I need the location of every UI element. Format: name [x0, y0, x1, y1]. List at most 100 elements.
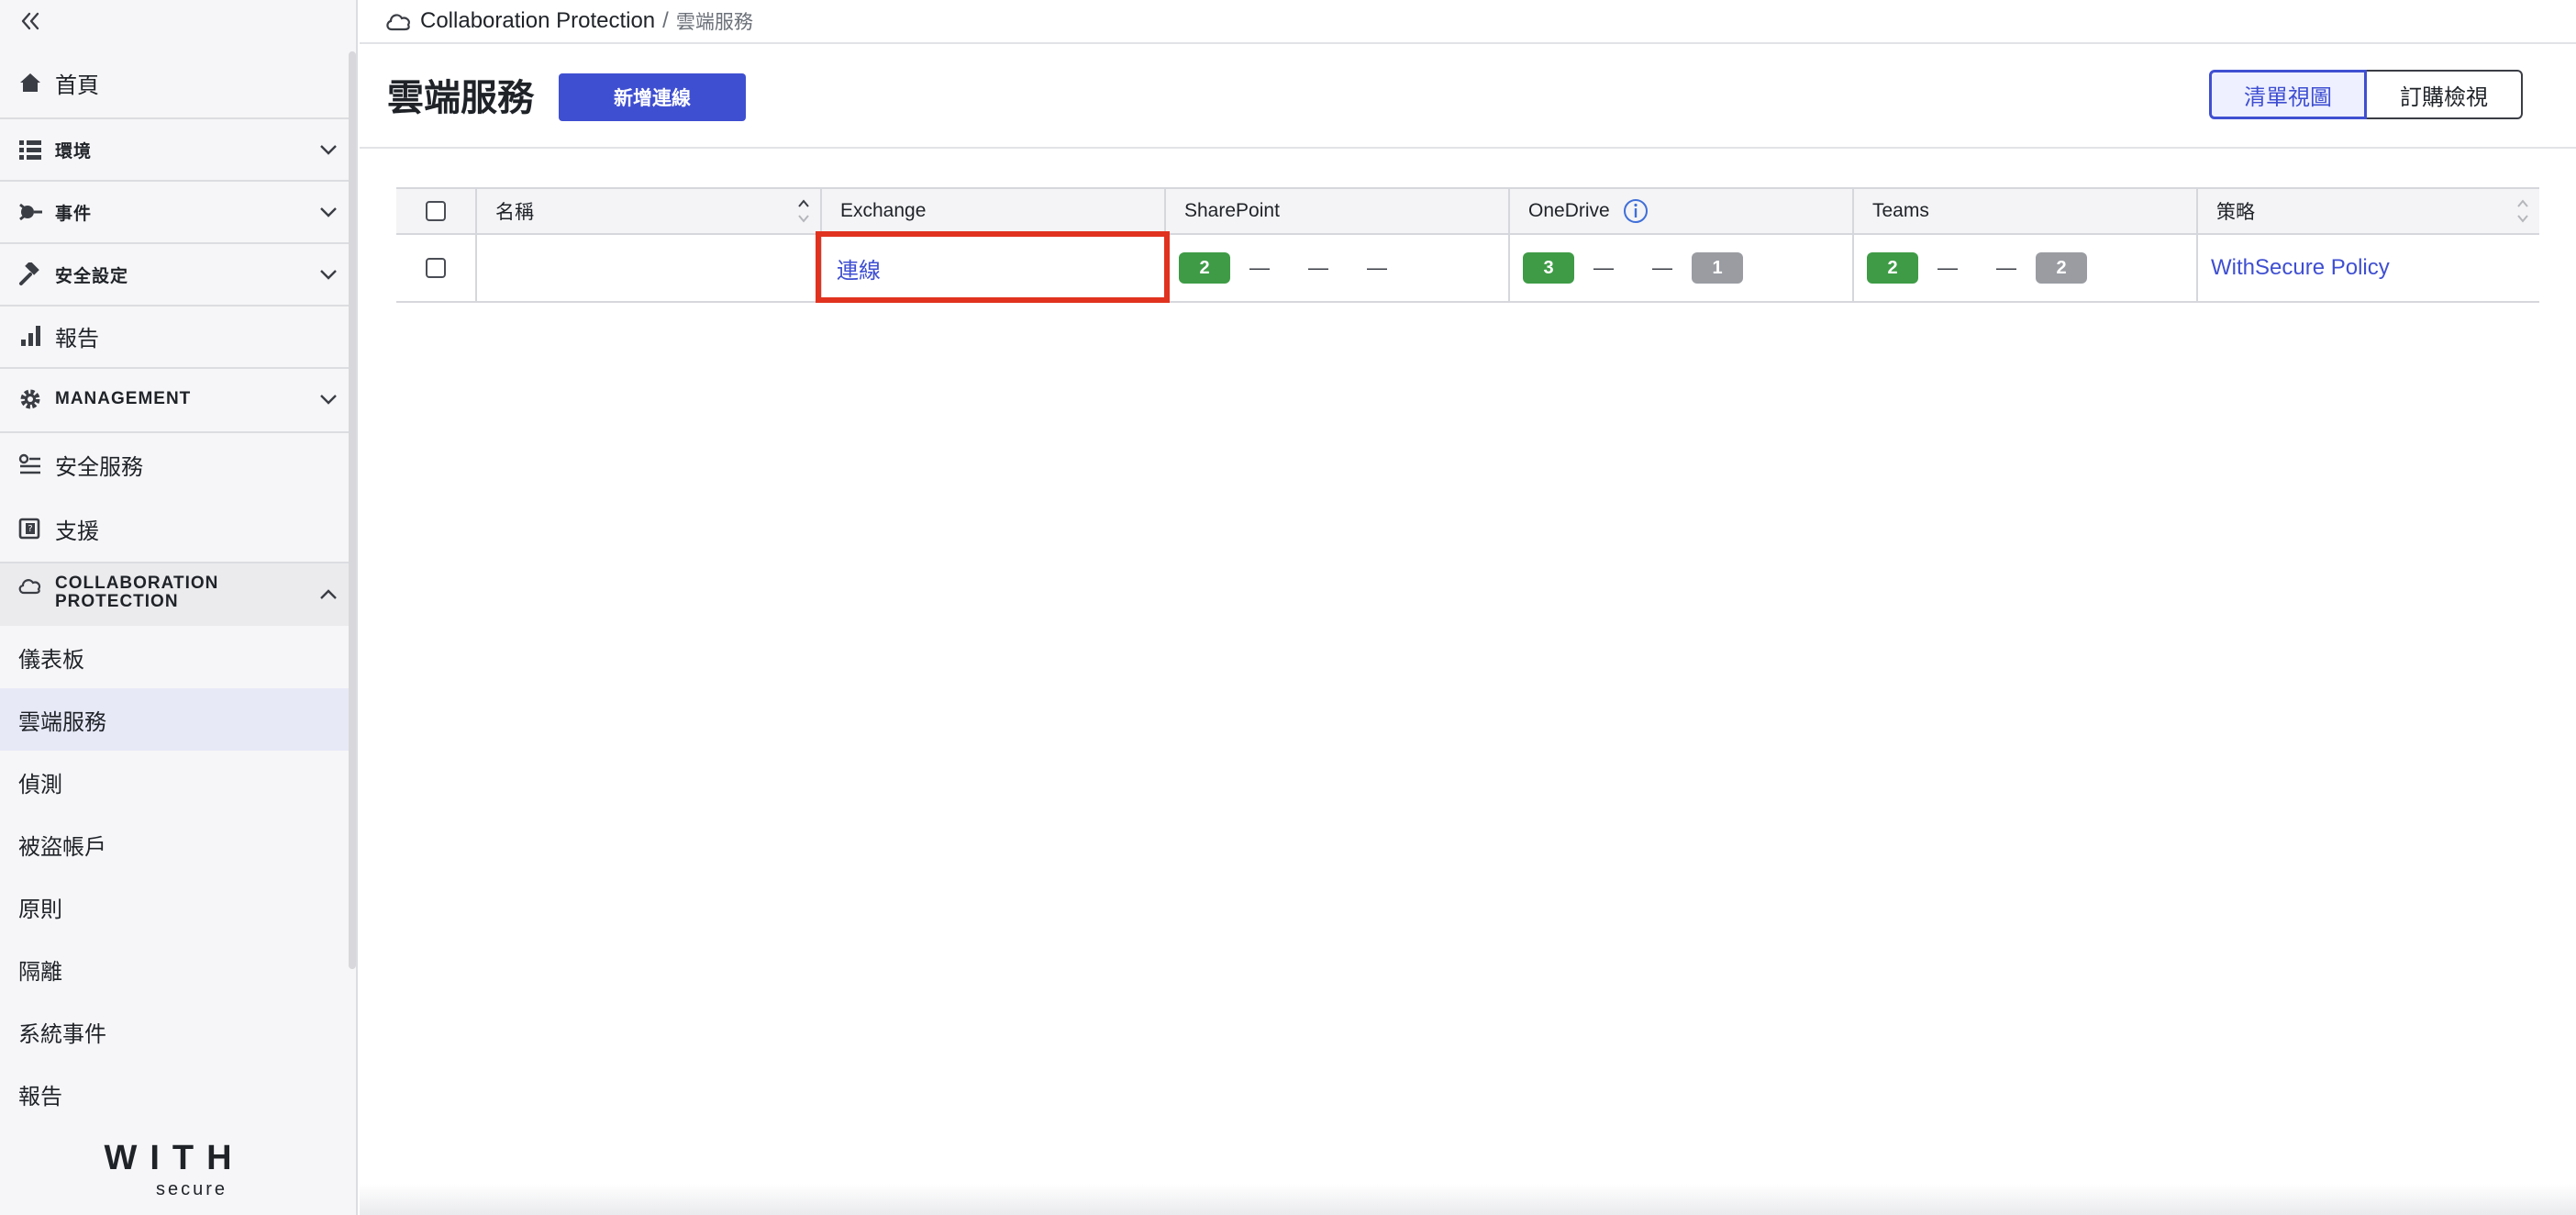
chevron-up-icon: [316, 582, 341, 608]
onedrive-count-badge[interactable]: 3: [1523, 252, 1574, 284]
column-header-label: OneDrive: [1528, 200, 1610, 221]
table-row: 連線 2 — — — 3 — — 1 2 — — 2 WithSecure Po…: [396, 235, 2539, 303]
chevron-down-icon: [316, 386, 341, 412]
sharepoint-cell: 2 — — —: [1164, 235, 1508, 301]
sidebar-item-label: 安全服務: [55, 454, 143, 480]
sidebar-item-environment[interactable]: 環境: [0, 119, 349, 180]
sidebar-item-label: 事件: [55, 204, 93, 224]
column-header-label: Exchange: [840, 200, 927, 221]
gavel-icon: [17, 261, 44, 288]
teams-count-badge[interactable]: 2: [1867, 252, 1918, 284]
sidebar-item-incidents[interactable]: 事件: [0, 182, 349, 242]
empty-value: —: [1249, 256, 1270, 279]
breadcrumb-root[interactable]: Collaboration Protection: [420, 8, 655, 34]
add-connection-button[interactable]: 新增連線: [559, 73, 746, 121]
column-header-exchange: Exchange: [820, 189, 1164, 233]
column-header-name[interactable]: 名稱: [475, 189, 820, 233]
column-header-label: 名稱: [495, 202, 534, 223]
sidebar-item-home[interactable]: 首頁: [0, 59, 349, 106]
divider: [0, 305, 349, 307]
sidebar-item-reports[interactable]: 報告: [0, 310, 349, 362]
list-icon: [17, 136, 44, 163]
bar-chart-icon: [17, 322, 44, 350]
column-header-label: Teams: [1872, 200, 1929, 221]
withsecure-logo: WITH secure: [73, 1138, 275, 1199]
view-toggle: 清單視圖 訂購檢視: [2209, 70, 2523, 119]
teams-cell: 2 — — 2: [1852, 235, 2196, 301]
bottom-shadow: [360, 1184, 2576, 1215]
policy-cell: WithSecure Policy: [2196, 235, 2539, 301]
sidebar-subitem-dashboard[interactable]: 儀表板: [0, 626, 349, 688]
support-icon: ?: [17, 515, 44, 542]
info-icon[interactable]: [1623, 198, 1649, 224]
page-title: 雲端服務: [387, 78, 534, 118]
onedrive-gray-badge[interactable]: 1: [1692, 252, 1743, 284]
policy-link[interactable]: WithSecure Policy: [2211, 255, 2390, 281]
gear-icon: [17, 385, 44, 413]
services-icon: [17, 451, 44, 478]
empty-value: —: [1367, 256, 1387, 279]
sidebar-scrollbar[interactable]: [349, 51, 356, 969]
sidebar-subitem-detections[interactable]: 偵測: [0, 751, 349, 813]
cloud-icon: [385, 10, 413, 32]
divider: [0, 431, 349, 433]
column-header-onedrive: OneDrive: [1508, 189, 1852, 233]
exchange-connect-link[interactable]: 連線: [837, 252, 881, 284]
empty-value: —: [1938, 256, 1958, 279]
svg-text:WITH: WITH: [104, 1139, 244, 1177]
sidebar-subitem-compromised-accounts[interactable]: 被盜帳戶: [0, 813, 349, 875]
column-header-policy[interactable]: 策略: [2196, 189, 2539, 233]
breadcrumb-separator: /: [662, 8, 669, 33]
empty-value: —: [1593, 256, 1614, 279]
sidebar-item-label: COLLABORATION: [55, 574, 219, 593]
subscription-view-button[interactable]: 訂購檢視: [2367, 70, 2523, 119]
sidebar: 首頁 環境 事件 安全設定 報告 MANAGEMENT 安全服務 ? 支援 CO…: [0, 0, 358, 1215]
sidebar-item-label: 首頁: [55, 72, 99, 98]
column-header-teams: Teams: [1852, 189, 2196, 233]
sidebar-item-management[interactable]: MANAGEMENT: [0, 369, 349, 429]
select-all-checkbox[interactable]: [426, 201, 446, 221]
sort-icon[interactable]: [796, 196, 811, 226]
empty-value: —: [1308, 256, 1328, 279]
empty-value: —: [1996, 256, 2016, 279]
sidebar-item-security-services[interactable]: 安全服務: [0, 439, 349, 490]
cloud-shield-icon: [17, 574, 44, 596]
name-cell: [475, 235, 820, 301]
collaboration-protection-label: COLLABORATION PROTECTION: [55, 574, 218, 611]
table-header: 名稱 Exchange SharePoint OneDrive Teams 策略: [396, 187, 2539, 235]
select-all-cell: [396, 189, 475, 233]
incident-icon: [17, 198, 44, 226]
sort-icon[interactable]: [2515, 196, 2530, 226]
divider: [360, 42, 2576, 44]
column-header-sharepoint: SharePoint: [1164, 189, 1508, 233]
sidebar-subitem-rules[interactable]: 原則: [0, 875, 349, 938]
column-header-label: SharePoint: [1184, 200, 1280, 221]
column-header-label: 策略: [2216, 202, 2255, 223]
sharepoint-count-badge[interactable]: 2: [1179, 252, 1230, 284]
sidebar-subitem-system-events[interactable]: 系統事件: [0, 1000, 349, 1063]
row-select-cell: [396, 235, 475, 301]
sidebar-item-label: MANAGEMENT: [55, 389, 192, 408]
onedrive-cell: 3 — — 1: [1508, 235, 1852, 301]
sidebar-item-label: PROTECTION: [55, 592, 179, 611]
svg-text:secure: secure: [156, 1179, 228, 1198]
sidebar-subitem-quarantine[interactable]: 隔離: [0, 938, 349, 1000]
chevron-down-icon: [316, 199, 341, 225]
sidebar-subitem-cloud-services[interactable]: 雲端服務: [0, 688, 349, 751]
exchange-cell: 連線: [820, 235, 1164, 301]
chevron-down-icon: [316, 137, 341, 162]
sidebar-item-support[interactable]: ? 支援: [0, 503, 349, 554]
sidebar-subitem-reports[interactable]: 報告: [0, 1063, 349, 1125]
sidebar-item-label: 安全設定: [55, 266, 129, 286]
breadcrumb-current: 雲端服務: [675, 12, 753, 33]
collapse-sidebar-icon[interactable]: [17, 7, 44, 35]
list-view-button[interactable]: 清單視圖: [2209, 70, 2367, 119]
teams-gray-badge[interactable]: 2: [2036, 252, 2087, 284]
sidebar-item-label: 環境: [55, 141, 93, 162]
divider: [360, 147, 2576, 149]
empty-value: —: [1652, 256, 1672, 279]
sidebar-item-collaboration-protection[interactable]: COLLABORATION PROTECTION: [0, 563, 349, 626]
row-checkbox[interactable]: [426, 258, 446, 278]
sidebar-item-security-settings[interactable]: 安全設定: [0, 244, 349, 305]
breadcrumb: Collaboration Protection / 雲端服務: [385, 0, 753, 42]
